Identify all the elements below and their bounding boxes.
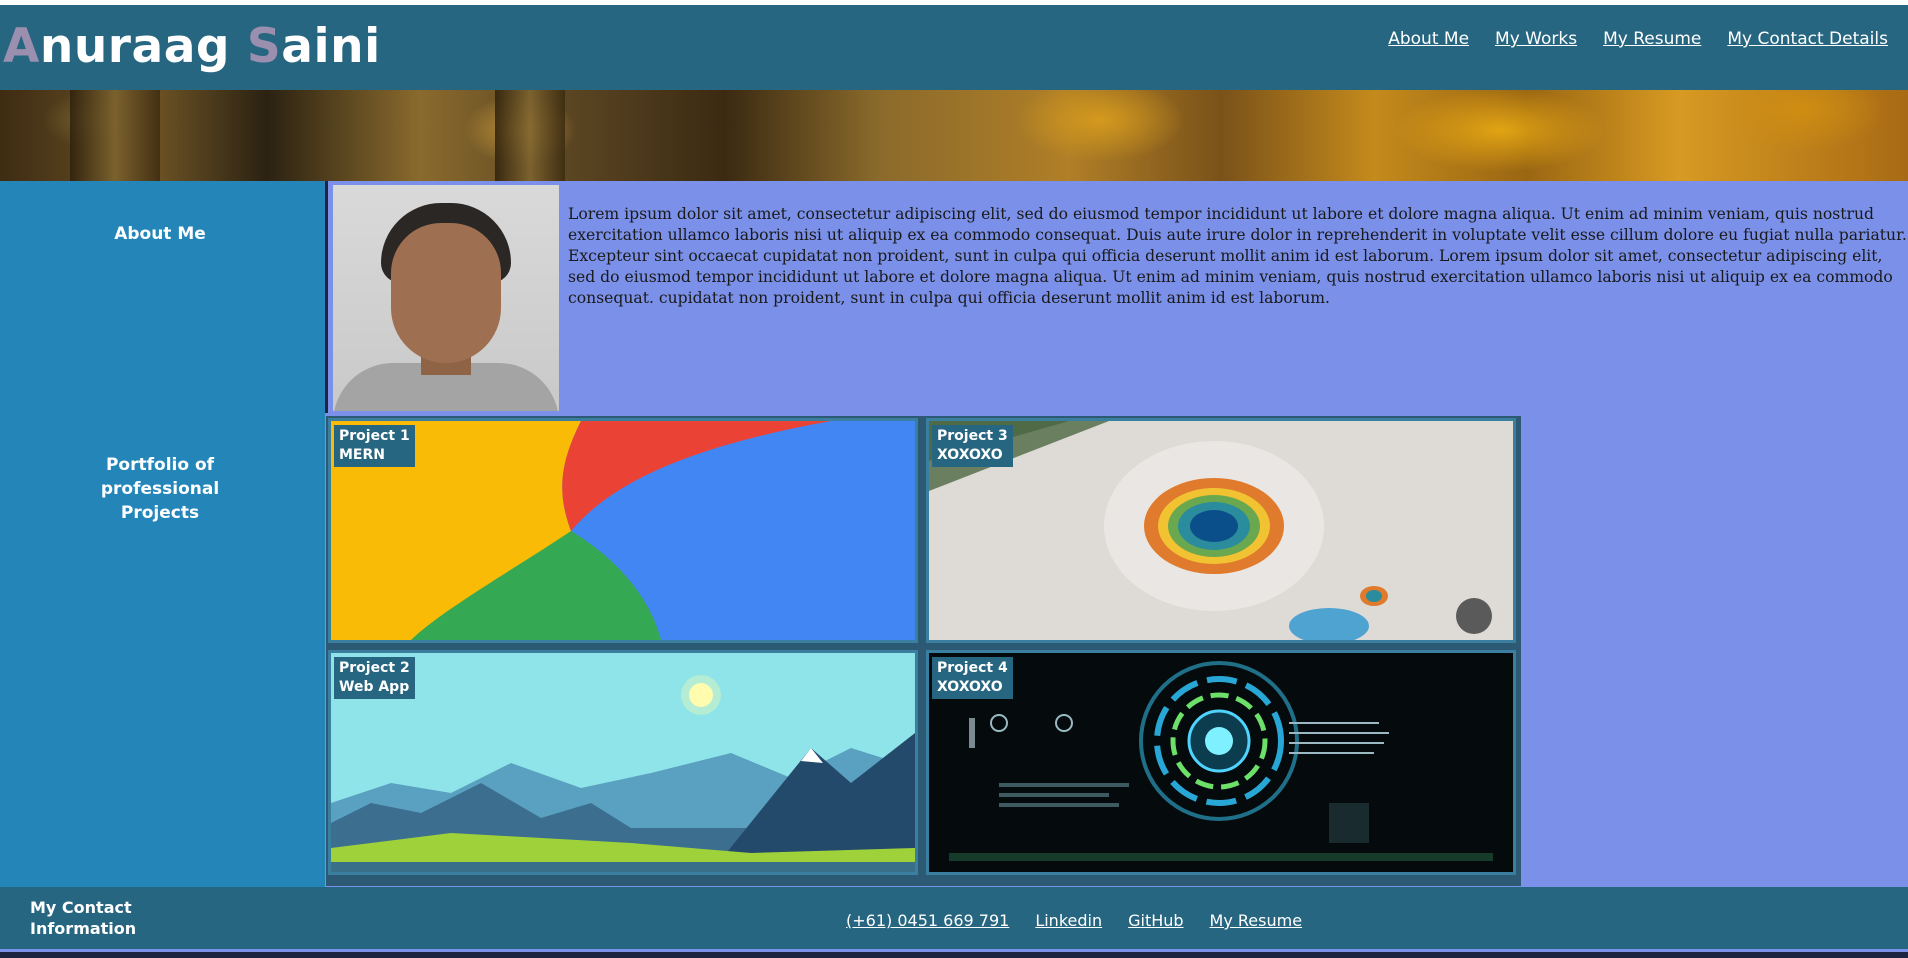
project-name: Project 1: [339, 428, 410, 444]
footer-link-github[interactable]: GitHub: [1128, 911, 1183, 930]
project-tag: MERN: [339, 447, 385, 463]
project-caption: Project 3 XOXOXO: [932, 425, 1013, 467]
project-1-thumbnail: [331, 421, 915, 640]
about-divider: [325, 181, 328, 413]
project-caption: Project 4 XOXOXO: [932, 657, 1013, 699]
photo-face: [391, 223, 501, 363]
projects-grid: Project 1 MERN Project 3 XOXOXO Project …: [326, 416, 1521, 886]
nav-link-my-contact-details[interactable]: My Contact Details: [1727, 29, 1888, 49]
footer-link-resume[interactable]: My Resume: [1210, 911, 1303, 930]
banner-tree-trunk: [495, 90, 565, 181]
nav-link-my-resume[interactable]: My Resume: [1603, 29, 1701, 49]
project-name: Project 3: [937, 428, 1008, 444]
brand-first-rest: nuraag: [39, 19, 247, 74]
brand-initial-last: S: [246, 19, 282, 74]
footer-link-linkedin[interactable]: Linkedin: [1035, 911, 1102, 930]
brand-initial-first: A: [3, 19, 40, 74]
sidebar-portfolio-label: Portfolio of professional Projects: [100, 455, 220, 523]
project-name: Project 4: [937, 660, 1008, 676]
about-me-text: Lorem ipsum dolor sit amet, consectetur …: [568, 205, 1907, 307]
project-name: Project 2: [339, 660, 410, 676]
project-tile-2[interactable]: Project 2 Web App: [328, 650, 918, 875]
brand-last-rest: aini: [281, 19, 381, 74]
autumn-forest-banner: [0, 90, 1908, 181]
nav-link-about-me[interactable]: About Me: [1388, 29, 1469, 49]
site-logo-title[interactable]: Anuraag Saini: [3, 19, 381, 74]
project-4-thumbnail: [929, 653, 1513, 872]
site-footer: My Contact Information (+61) 0451 669 79…: [0, 887, 1908, 949]
project-tile-3[interactable]: Project 3 XOXOXO: [926, 418, 1516, 643]
sidebar: About Me Portfolio of professional Proje…: [0, 181, 325, 887]
footer-link-phone[interactable]: (+61) 0451 669 791: [846, 911, 1009, 930]
footer-links: (+61) 0451 669 791 Linkedin GitHub My Re…: [846, 911, 1302, 930]
project-caption: Project 1 MERN: [334, 425, 415, 467]
project-2-thumbnail: [331, 653, 915, 872]
main-nav: About Me My Works My Resume My Contact D…: [1388, 29, 1888, 49]
project-tag: XOXOXO: [937, 679, 1003, 695]
profile-photo: [333, 185, 559, 411]
project-tag: Web App: [339, 679, 410, 695]
banner-tree-trunk: [70, 90, 160, 181]
sidebar-about-label: About Me: [114, 224, 206, 244]
project-tile-4[interactable]: Project 4 XOXOXO: [926, 650, 1516, 875]
site-header: Anuraag Saini About Me My Works My Resum…: [0, 5, 1908, 90]
project-tile-1[interactable]: Project 1 MERN: [328, 418, 918, 643]
project-3-thumbnail: [929, 421, 1513, 640]
footer-title-line-1: My Contact: [30, 898, 132, 917]
footer-title-line-2: Information: [30, 919, 137, 938]
project-caption: Project 2 Web App: [334, 657, 415, 699]
project-tag: XOXOXO: [937, 447, 1003, 463]
nav-link-my-works[interactable]: My Works: [1495, 29, 1577, 49]
footer-contact-heading: My Contact Information: [30, 897, 136, 939]
bottom-strip: [0, 949, 1908, 958]
